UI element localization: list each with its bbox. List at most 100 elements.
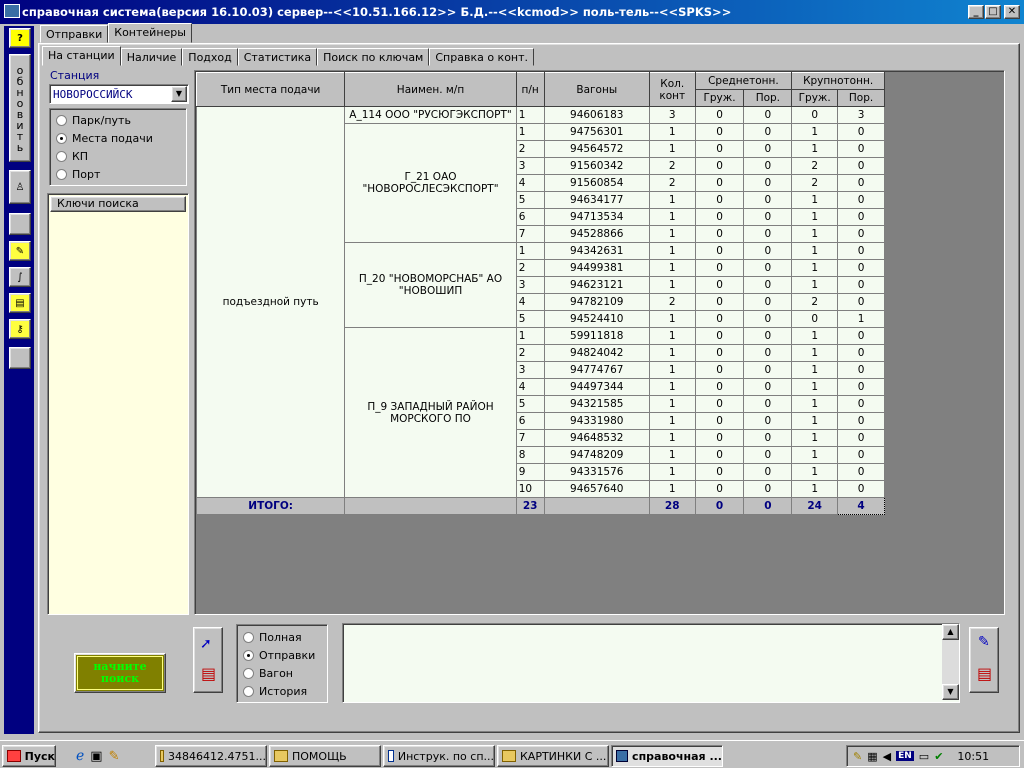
taskbar-item-1[interactable]: 34846412.4751...: [155, 745, 267, 767]
cell-pn: 1: [515, 242, 545, 260]
monitor-icon[interactable]: ▭: [919, 750, 929, 763]
pencil-tray-icon[interactable]: ✎: [853, 750, 862, 763]
checkmark-icon[interactable]: ✔: [934, 750, 943, 763]
cell-l-por: 1: [837, 310, 885, 328]
cell-kolkont: 1: [648, 191, 696, 209]
scroll-down-icon[interactable]: ▼: [942, 684, 959, 700]
cell-m-gr: 0: [694, 174, 745, 192]
station-select[interactable]: НОВОРОССИЙСК ▼: [49, 84, 189, 104]
radio-port[interactable]: Порт: [56, 165, 180, 183]
textarea-scrollbar[interactable]: ▲ ▼: [942, 624, 959, 700]
ie-icon[interactable]: ℯ: [76, 748, 84, 764]
output-textarea[interactable]: ▲ ▼: [342, 623, 960, 703]
cell-pn: 4: [515, 174, 545, 192]
cell-pn: 1: [515, 123, 545, 141]
draw-tool-button[interactable]: ∫: [9, 267, 31, 287]
taskbar-item-3[interactable]: Инструк. по сп...: [383, 745, 495, 767]
start-button[interactable]: Пуск: [2, 745, 56, 767]
total-m-gr: 0: [694, 497, 745, 515]
lang-indicator[interactable]: EN: [896, 751, 914, 761]
close-button[interactable]: ✕: [1004, 5, 1020, 19]
cell-kolkont: 1: [648, 140, 696, 158]
table-area[interactable]: Тип места подачи Наимен. м/п п/н Вагоны …: [194, 70, 1005, 615]
radio-park-put[interactable]: Парк/путь: [56, 111, 180, 129]
volume-icon[interactable]: ◀: [883, 750, 891, 763]
taskbar-item-2[interactable]: ПОМОЩЬ: [269, 745, 381, 767]
cell-pn: 4: [515, 378, 545, 396]
chevron-down-icon[interactable]: ▼: [171, 86, 187, 102]
help-button[interactable]: ?: [9, 28, 31, 48]
cell-l-por: 0: [837, 259, 885, 277]
stamp-tool-button[interactable]: ♙: [9, 170, 31, 204]
col-header-l-gruzh[interactable]: Груж.: [791, 89, 839, 107]
cell-wagon: 94497344: [543, 378, 650, 396]
radio-kp[interactable]: КП: [56, 147, 180, 165]
blank-tool-button-2[interactable]: [9, 347, 31, 369]
desktop-icon[interactable]: ▣: [90, 749, 102, 764]
col-header-type[interactable]: Тип места подачи: [195, 72, 346, 107]
tab-statistika[interactable]: Статистика: [237, 48, 318, 66]
cell-kolkont: 1: [648, 344, 696, 362]
channel-icon[interactable]: ✎: [109, 749, 120, 764]
col-header-wagons[interactable]: Вагоны: [543, 72, 650, 107]
cell-l-gr: 0: [791, 106, 839, 124]
col-header-large[interactable]: Крупнотонн.: [791, 72, 885, 90]
folder-icon: [160, 750, 165, 762]
cell-wagon: 94499381: [543, 259, 650, 277]
search-button[interactable]: начните поиск: [74, 653, 166, 693]
cell-m-por: 0: [743, 157, 793, 175]
radio-mesta-podachi[interactable]: Места подачи: [56, 129, 180, 147]
cell-m-por: 0: [743, 412, 793, 430]
cell-m-por: 0: [743, 242, 793, 260]
blank-tool-button[interactable]: [9, 213, 31, 235]
cell-m-gr: 0: [694, 327, 745, 345]
help-icon: ?: [17, 32, 23, 44]
app-icon[interactable]: [4, 4, 20, 18]
print-tool-button[interactable]: ➚ ▤: [193, 627, 223, 693]
cell-l-por: 0: [837, 361, 885, 379]
tab-spravka-o-kont[interactable]: Справка о конт.: [429, 48, 535, 66]
cell-l-gr: 1: [791, 378, 839, 396]
col-header-pn[interactable]: п/н: [515, 72, 545, 107]
col-header-l-por[interactable]: Пор.: [837, 89, 885, 107]
app-icon: [616, 750, 629, 762]
cell-l-gr: 1: [791, 429, 839, 447]
keys-panel[interactable]: Ключи поиска: [47, 193, 189, 615]
cell-name: Г_21 ОАО "НОВОРОСЛЕСЭКСПОРТ": [344, 123, 517, 243]
network-icon[interactable]: ▦: [867, 750, 877, 763]
radio-icon: [56, 132, 67, 144]
col-header-m-por[interactable]: Пор.: [743, 89, 793, 107]
radio-polnaya[interactable]: Полная: [243, 628, 321, 646]
scroll-up-icon[interactable]: ▲: [942, 624, 959, 640]
tab-poisk-po-klyucham[interactable]: Поиск по ключам: [317, 48, 430, 66]
minimize-button[interactable]: _: [968, 5, 984, 19]
tab-na-stancii[interactable]: На станции: [42, 46, 121, 66]
print-tool-button-2[interactable]: ✎ ▤: [969, 627, 999, 693]
col-header-kolkont[interactable]: Кол. конт: [648, 72, 696, 107]
col-header-medium[interactable]: Среднетонн.: [694, 72, 793, 90]
title-bar[interactable]: справочная система(версия 16.10.03) серв…: [0, 0, 1024, 24]
cell-m-por: 0: [743, 208, 793, 226]
radio-vagon[interactable]: Вагон: [243, 664, 321, 682]
tab-containers[interactable]: Контейнеры: [108, 23, 192, 43]
edit-tool-button[interactable]: ✎: [9, 241, 31, 261]
taskbar-item-5-active[interactable]: справочная ...: [611, 745, 723, 767]
key-tool-button[interactable]: ⚷: [9, 319, 31, 339]
radio-istoriya[interactable]: История: [243, 682, 321, 700]
table-row[interactable]: подъездной путь А_114 ООО "РУСЮГЭКСПОРТ" 1…: [195, 106, 885, 498]
col-header-name[interactable]: Наимен. м/п: [344, 72, 517, 107]
maximize-button[interactable]: □: [985, 5, 1001, 19]
tab-podhod[interactable]: Подход: [182, 48, 238, 66]
clock[interactable]: 10:51: [957, 750, 989, 763]
cell-kolkont: 1: [648, 123, 696, 141]
cell-kolkont: 3: [648, 106, 696, 124]
tab-otpravki[interactable]: Отправки: [40, 25, 109, 43]
taskbar-item-4[interactable]: КАРТИНКИ С ...: [497, 745, 609, 767]
tab-nalichie[interactable]: Наличие: [120, 48, 183, 66]
refresh-button[interactable]: обновить: [9, 54, 31, 162]
folder-tool-button[interactable]: ▤: [9, 293, 31, 313]
col-header-m-gruzh[interactable]: Груж.: [694, 89, 745, 107]
radio-otpravki[interactable]: Отправки: [243, 646, 321, 664]
radio-icon: [243, 685, 254, 697]
cell-m-por: 0: [743, 293, 793, 311]
